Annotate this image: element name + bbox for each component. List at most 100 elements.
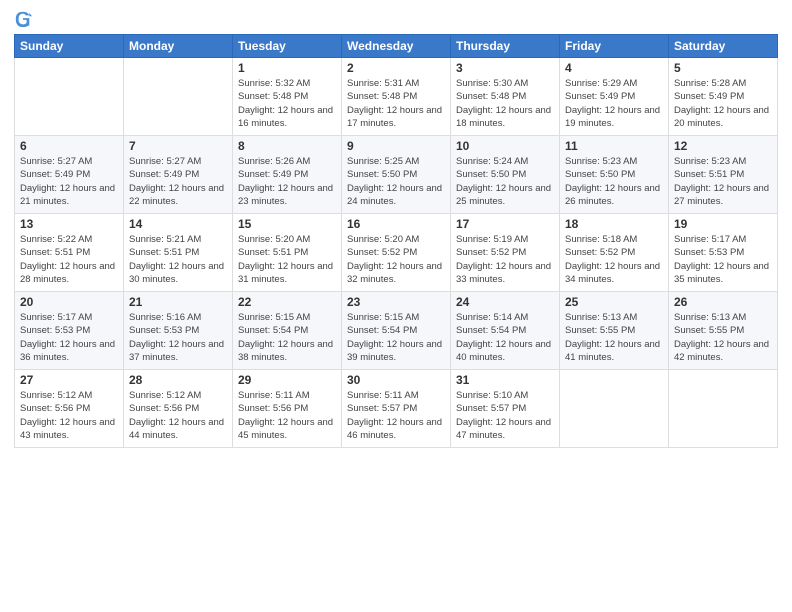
day-info: Sunrise: 5:19 AM Sunset: 5:52 PM Dayligh…: [456, 233, 554, 286]
calendar-cell: 8 Sunrise: 5:26 AM Sunset: 5:49 PM Daylig…: [233, 136, 342, 214]
calendar-week-row: 13Sunrise: 5:22 AM Sunset: 5:51 PM Dayli…: [15, 214, 778, 292]
day-number: 29: [238, 373, 336, 387]
day-number: 26: [674, 295, 772, 309]
header: [14, 10, 778, 28]
calendar-cell: 17 Sunrise: 5:19 AM Sunset: 5:52 PM Dayli…: [451, 214, 560, 292]
day-info: Sunrise: 5:17 AM Sunset: 5:53 PM Dayligh…: [674, 233, 772, 286]
day-info: Sunrise: 5:30 AM Sunset: 5:48 PM Dayligh…: [456, 77, 554, 130]
day-info: Sunrise: 5:27 AM Sunset: 5:49 PM Dayligh…: [129, 155, 227, 208]
day-number: 15: [238, 217, 336, 231]
day-number: 20: [20, 295, 118, 309]
day-info: Sunrise: 5:21 AM Sunset: 5:51 PM Dayligh…: [129, 233, 227, 286]
day-number: 28: [129, 373, 227, 387]
day-of-week-header: Sunday: [15, 35, 124, 58]
day-number: 8: [238, 139, 336, 153]
calendar-header-row: SundayMondayTuesdayWednesdayThursdayFrid…: [15, 35, 778, 58]
day-number: 5: [674, 61, 772, 75]
day-of-week-header: Thursday: [451, 35, 560, 58]
day-number: 22: [238, 295, 336, 309]
calendar-week-row: 27 Sunrise: 5:12 AM Sunset: 5:56 PM Dayli…: [15, 370, 778, 448]
day-number: 19: [674, 217, 772, 231]
day-info: Sunrise: 5:22 AM Sunset: 5:51 PM Dayligh…: [20, 233, 118, 286]
calendar-cell: 2Sunrise: 5:31 AM Sunset: 5:48 PM Daylig…: [342, 58, 451, 136]
day-info: Sunrise: 5:32 AM Sunset: 5:48 PM Dayligh…: [238, 77, 336, 130]
day-of-week-header: Saturday: [669, 35, 778, 58]
day-info: Sunrise: 5:14 AM Sunset: 5:54 PM Dayligh…: [456, 311, 554, 364]
calendar-cell: 24 Sunrise: 5:14 AM Sunset: 5:54 PM Dayli…: [451, 292, 560, 370]
day-number: 11: [565, 139, 663, 153]
logo: [14, 10, 36, 28]
day-info: Sunrise: 5:16 AM Sunset: 5:53 PM Dayligh…: [129, 311, 227, 364]
calendar-cell: 30 Sunrise: 5:11 AM Sunset: 5:57 PM Dayli…: [342, 370, 451, 448]
calendar-cell: 11 Sunrise: 5:23 AM Sunset: 5:50 PM Dayli…: [560, 136, 669, 214]
day-info: Sunrise: 5:13 AM Sunset: 5:55 PM Dayligh…: [674, 311, 772, 364]
day-number: 18: [565, 217, 663, 231]
page: SundayMondayTuesdayWednesdayThursdayFrid…: [0, 0, 792, 612]
calendar-cell: 1 Sunrise: 5:32 AM Sunset: 5:48 PM Daylig…: [233, 58, 342, 136]
calendar-cell: 23Sunrise: 5:15 AM Sunset: 5:54 PM Dayli…: [342, 292, 451, 370]
day-info: Sunrise: 5:15 AM Sunset: 5:54 PM Dayligh…: [238, 311, 336, 364]
calendar-cell: 18Sunrise: 5:18 AM Sunset: 5:52 PM Dayli…: [560, 214, 669, 292]
calendar-cell: 10Sunrise: 5:24 AM Sunset: 5:50 PM Dayli…: [451, 136, 560, 214]
day-number: 3: [456, 61, 554, 75]
day-number: 27: [20, 373, 118, 387]
calendar-cell: 12 Sunrise: 5:23 AM Sunset: 5:51 PM Dayli…: [669, 136, 778, 214]
calendar-cell: 3 Sunrise: 5:30 AM Sunset: 5:48 PM Daylig…: [451, 58, 560, 136]
calendar-cell: 19 Sunrise: 5:17 AM Sunset: 5:53 PM Dayli…: [669, 214, 778, 292]
calendar-cell: 14 Sunrise: 5:21 AM Sunset: 5:51 PM Dayli…: [124, 214, 233, 292]
day-info: Sunrise: 5:23 AM Sunset: 5:51 PM Dayligh…: [674, 155, 772, 208]
day-info: Sunrise: 5:12 AM Sunset: 5:56 PM Dayligh…: [129, 389, 227, 442]
day-number: 24: [456, 295, 554, 309]
calendar-cell: 29 Sunrise: 5:11 AM Sunset: 5:56 PM Dayli…: [233, 370, 342, 448]
day-info: Sunrise: 5:29 AM Sunset: 5:49 PM Dayligh…: [565, 77, 663, 130]
calendar-cell: [15, 58, 124, 136]
calendar-week-row: 1 Sunrise: 5:32 AM Sunset: 5:48 PM Daylig…: [15, 58, 778, 136]
day-number: 9: [347, 139, 445, 153]
day-number: 17: [456, 217, 554, 231]
day-info: Sunrise: 5:20 AM Sunset: 5:51 PM Dayligh…: [238, 233, 336, 286]
day-info: Sunrise: 5:24 AM Sunset: 5:50 PM Dayligh…: [456, 155, 554, 208]
day-info: Sunrise: 5:20 AM Sunset: 5:52 PM Dayligh…: [347, 233, 445, 286]
calendar-cell: 13Sunrise: 5:22 AM Sunset: 5:51 PM Dayli…: [15, 214, 124, 292]
calendar-cell: 22 Sunrise: 5:15 AM Sunset: 5:54 PM Dayli…: [233, 292, 342, 370]
day-of-week-header: Monday: [124, 35, 233, 58]
calendar-table: SundayMondayTuesdayWednesdayThursdayFrid…: [14, 34, 778, 448]
day-number: 4: [565, 61, 663, 75]
day-of-week-header: Tuesday: [233, 35, 342, 58]
day-number: 2: [347, 61, 445, 75]
day-info: Sunrise: 5:10 AM Sunset: 5:57 PM Dayligh…: [456, 389, 554, 442]
calendar-week-row: 6 Sunrise: 5:27 AM Sunset: 5:49 PM Daylig…: [15, 136, 778, 214]
calendar-cell: [669, 370, 778, 448]
calendar-cell: 4 Sunrise: 5:29 AM Sunset: 5:49 PM Daylig…: [560, 58, 669, 136]
day-info: Sunrise: 5:11 AM Sunset: 5:56 PM Dayligh…: [238, 389, 336, 442]
day-info: Sunrise: 5:23 AM Sunset: 5:50 PM Dayligh…: [565, 155, 663, 208]
day-info: Sunrise: 5:17 AM Sunset: 5:53 PM Dayligh…: [20, 311, 118, 364]
day-info: Sunrise: 5:28 AM Sunset: 5:49 PM Dayligh…: [674, 77, 772, 130]
day-number: 1: [238, 61, 336, 75]
calendar-cell: [560, 370, 669, 448]
calendar-cell: 5 Sunrise: 5:28 AM Sunset: 5:49 PM Daylig…: [669, 58, 778, 136]
day-number: 6: [20, 139, 118, 153]
day-number: 25: [565, 295, 663, 309]
day-number: 12: [674, 139, 772, 153]
calendar-cell: [124, 58, 233, 136]
day-number: 14: [129, 217, 227, 231]
calendar-cell: 6 Sunrise: 5:27 AM Sunset: 5:49 PM Daylig…: [15, 136, 124, 214]
calendar-cell: 7 Sunrise: 5:27 AM Sunset: 5:49 PM Daylig…: [124, 136, 233, 214]
calendar-cell: 27 Sunrise: 5:12 AM Sunset: 5:56 PM Dayli…: [15, 370, 124, 448]
day-number: 30: [347, 373, 445, 387]
day-info: Sunrise: 5:12 AM Sunset: 5:56 PM Dayligh…: [20, 389, 118, 442]
calendar-cell: 20 Sunrise: 5:17 AM Sunset: 5:53 PM Dayli…: [15, 292, 124, 370]
day-number: 16: [347, 217, 445, 231]
day-number: 7: [129, 139, 227, 153]
day-info: Sunrise: 5:15 AM Sunset: 5:54 PM Dayligh…: [347, 311, 445, 364]
day-info: Sunrise: 5:27 AM Sunset: 5:49 PM Dayligh…: [20, 155, 118, 208]
calendar-cell: 31Sunrise: 5:10 AM Sunset: 5:57 PM Dayli…: [451, 370, 560, 448]
calendar-cell: 9 Sunrise: 5:25 AM Sunset: 5:50 PM Daylig…: [342, 136, 451, 214]
day-info: Sunrise: 5:11 AM Sunset: 5:57 PM Dayligh…: [347, 389, 445, 442]
calendar-cell: 26 Sunrise: 5:13 AM Sunset: 5:55 PM Dayli…: [669, 292, 778, 370]
day-info: Sunrise: 5:26 AM Sunset: 5:49 PM Dayligh…: [238, 155, 336, 208]
day-info: Sunrise: 5:25 AM Sunset: 5:50 PM Dayligh…: [347, 155, 445, 208]
day-of-week-header: Wednesday: [342, 35, 451, 58]
calendar-cell: 16 Sunrise: 5:20 AM Sunset: 5:52 PM Dayli…: [342, 214, 451, 292]
